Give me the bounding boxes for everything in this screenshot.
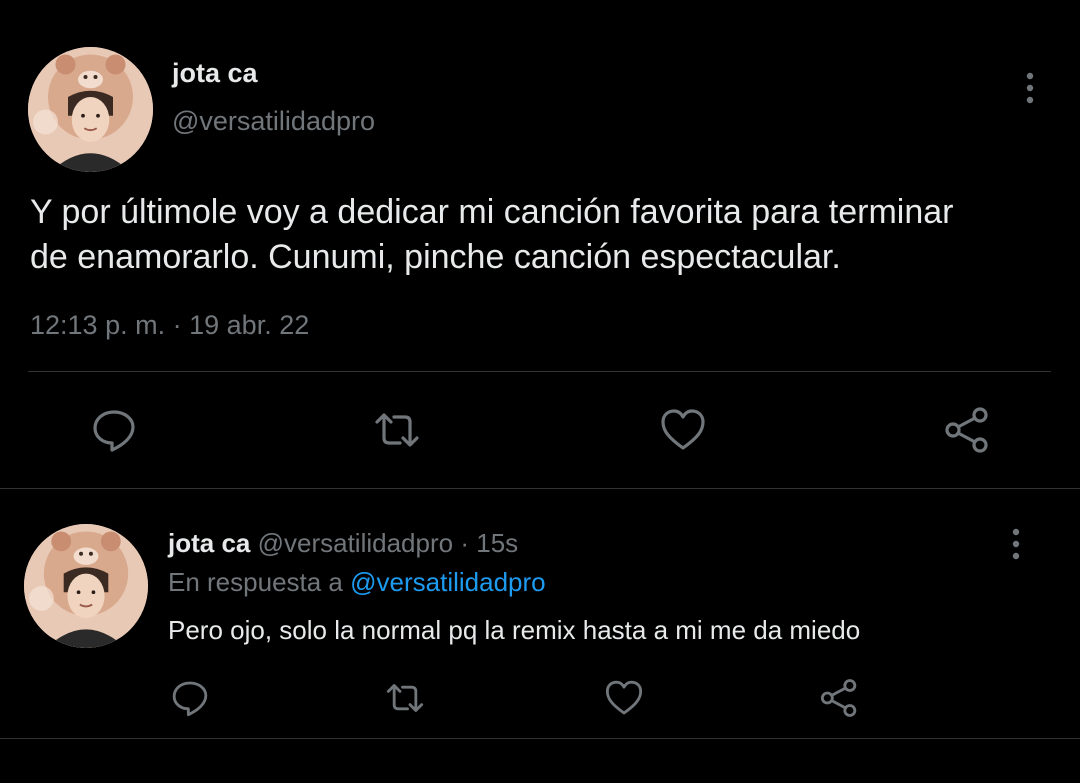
like-icon[interactable] [659, 406, 707, 454]
tweet-date: 19 abr. 22 [189, 310, 310, 340]
share-icon[interactable] [943, 406, 991, 454]
divider [0, 738, 1080, 739]
tweet-text-line-2: de enamorarlo. Cunumi, pinche canción es… [30, 238, 841, 276]
tweet-thread-screen: jota ca @versatilidadpro Y por últimole … [0, 0, 1080, 783]
divider [28, 371, 1051, 372]
divider [0, 488, 1080, 489]
avatar-image [28, 47, 153, 172]
author-handle[interactable]: @versatilidadpro [258, 528, 453, 558]
replying-to-link[interactable]: @versatilidadpro [350, 567, 545, 597]
tweet-time: 12:13 p. m. [30, 310, 166, 340]
like-icon[interactable] [604, 678, 644, 718]
share-icon[interactable] [819, 678, 859, 718]
tweet-text-line-1: Y por últimole voy a dedicar mi canción … [30, 193, 954, 231]
tweet-timestamp[interactable]: 12:13 p. m. · 19 abr. 22 [30, 310, 309, 341]
author-name[interactable]: jota ca [168, 528, 250, 558]
avatar[interactable] [24, 524, 148, 648]
retweet-icon[interactable] [385, 678, 425, 718]
more-options-icon[interactable] [1004, 524, 1028, 564]
author-handle[interactable]: @versatilidadpro [172, 106, 375, 137]
meta-separator: · [172, 310, 182, 340]
reply-icon[interactable] [90, 406, 138, 454]
replying-to: En respuesta a @versatilidadpro [168, 567, 546, 598]
meta-separator: · [460, 528, 469, 558]
replying-to-label: En respuesta a [168, 567, 343, 597]
tweet-text: Y por últimole voy a dedicar mi canción … [30, 190, 1050, 280]
main-tweet: jota ca @versatilidadpro Y por últimole … [0, 0, 1080, 488]
author-name[interactable]: jota ca [172, 58, 258, 89]
retweet-icon[interactable] [373, 406, 421, 454]
reply-header: jota ca @versatilidadpro · 15s [168, 528, 518, 559]
relative-time[interactable]: 15s [476, 528, 518, 558]
reply-text: Pero ojo, solo la normal pq la remix has… [168, 615, 861, 645]
more-options-icon[interactable] [1018, 68, 1042, 108]
reply-icon[interactable] [170, 678, 210, 718]
avatar-image [24, 524, 148, 648]
avatar[interactable] [28, 47, 153, 172]
